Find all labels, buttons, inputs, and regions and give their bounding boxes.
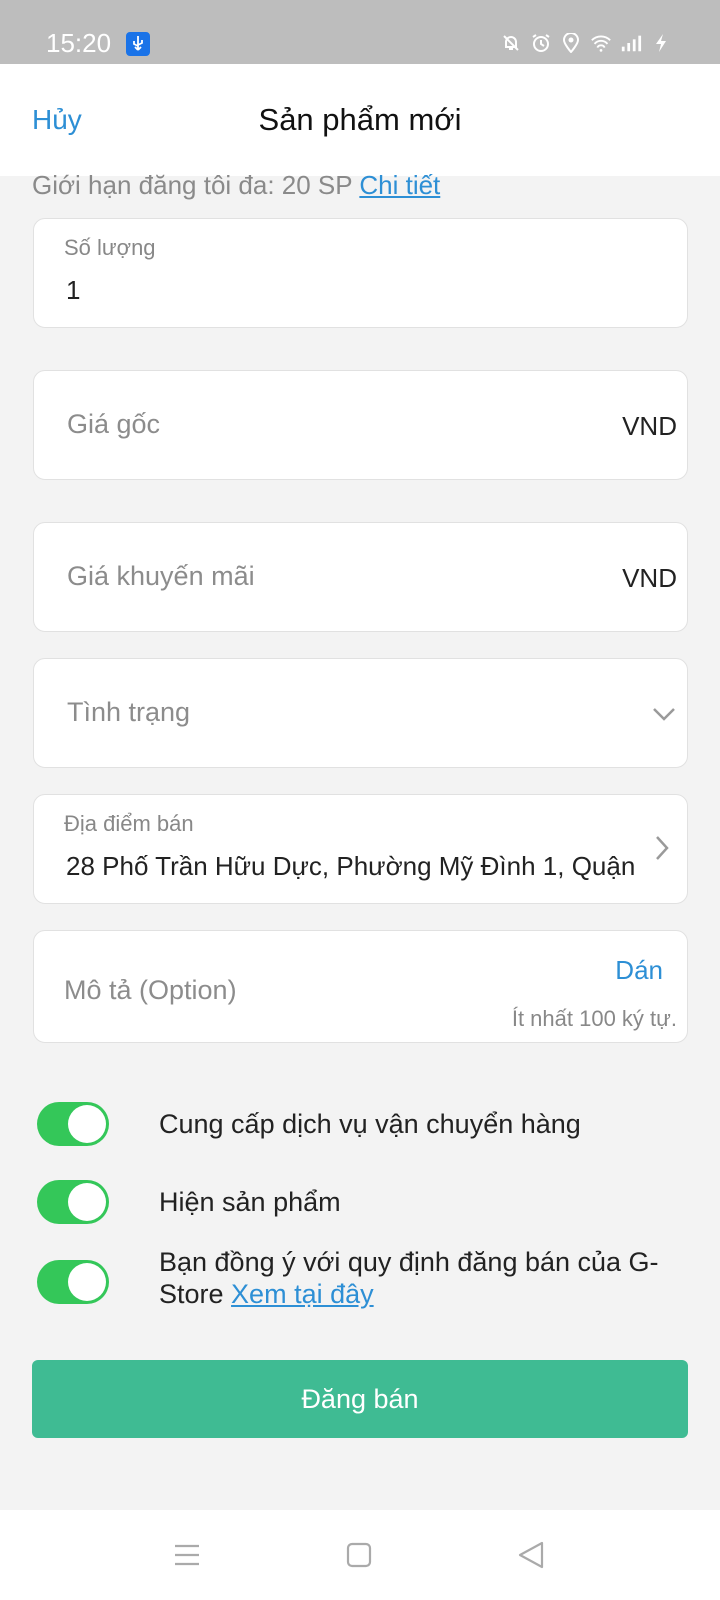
header: Hủy Sản phẩm mới — [0, 64, 720, 176]
paste-button[interactable]: Dán — [615, 955, 663, 986]
charging-icon — [650, 32, 672, 54]
sale-price-placeholder: Giá khuyến mãi — [67, 561, 255, 591]
description-hint: Ít nhất 100 ký tự. — [511, 1006, 677, 1031]
agree-rules-toggle[interactable] — [37, 1260, 109, 1304]
toggle-knob — [68, 1263, 106, 1301]
show-product-toggle-label: Hiện sản phẩm — [159, 1187, 341, 1217]
toggle-knob — [68, 1183, 106, 1221]
menu-icon[interactable] — [172, 1540, 202, 1570]
shipping-toggle-row: Cung cấp dịch vụ vận chuyển hàng — [37, 1102, 687, 1146]
sale-price-field[interactable]: Giá khuyến mãi VND — [33, 522, 688, 632]
original-price-unit: VND — [622, 411, 677, 441]
location-icon — [560, 32, 582, 54]
toggle-knob — [68, 1105, 106, 1143]
usb-icon — [126, 32, 150, 56]
home-icon[interactable] — [344, 1540, 374, 1570]
quantity-label: Số lượng — [64, 235, 156, 260]
location-value: 28 Phố Trần Hữu Dực, Phường Mỹ Đình 1, Q… — [66, 851, 636, 881]
shipping-toggle-label: Cung cấp dịch vụ vận chuyển hàng — [159, 1109, 581, 1139]
chevron-down-icon — [651, 701, 677, 727]
description-placeholder: Mô tả (Option) — [64, 975, 237, 1005]
show-product-toggle[interactable] — [37, 1180, 109, 1224]
status-time: 15:20 — [46, 28, 112, 58]
original-price-field[interactable]: Giá gốc VND — [33, 370, 688, 480]
status-bar: 15:20 — [0, 0, 720, 64]
chevron-right-icon — [649, 835, 675, 861]
agree-rules-label: Bạn đồng ý với quy định đăng bán của G-S… — [159, 1246, 679, 1310]
alarm-icon — [530, 32, 552, 54]
agree-rules-toggle-row: Bạn đồng ý với quy định đăng bán của G-S… — [37, 1247, 687, 1328]
quantity-field[interactable]: Số lượng 1 — [33, 218, 688, 328]
condition-select[interactable]: Tình trạng — [33, 658, 688, 768]
location-field[interactable]: Địa điểm bán 28 Phố Trần Hữu Dực, Phường… — [33, 794, 688, 904]
back-icon[interactable] — [516, 1540, 546, 1570]
page-title: Sản phẩm mới — [258, 102, 462, 137]
location-label: Địa điểm bán — [64, 811, 194, 836]
show-product-toggle-row: Hiện sản phẩm — [37, 1180, 687, 1224]
sale-price-unit: VND — [622, 563, 677, 593]
post-limit-text: Giới hạn đăng tôi đa: 20 SP Chi tiết — [32, 170, 440, 201]
mute-bell-icon — [500, 32, 522, 54]
condition-placeholder: Tình trạng — [67, 697, 191, 727]
shipping-toggle[interactable] — [37, 1102, 109, 1146]
status-icons — [500, 32, 672, 54]
signal-icon — [620, 32, 642, 54]
view-rules-link[interactable]: Xem tại đây — [231, 1279, 374, 1309]
system-nav-bar — [0, 1510, 720, 1600]
description-field[interactable]: Mô tả (Option) Dán Ít nhất 100 ký tự. — [33, 930, 688, 1043]
post-button[interactable]: Đăng bán — [32, 1360, 688, 1438]
post-limit-label: Giới hạn đăng tôi đa: 20 SP — [32, 170, 360, 200]
wifi-icon — [590, 32, 612, 54]
quantity-value[interactable]: 1 — [66, 275, 80, 306]
original-price-placeholder: Giá gốc — [67, 409, 161, 439]
detail-link[interactable]: Chi tiết — [359, 170, 440, 200]
